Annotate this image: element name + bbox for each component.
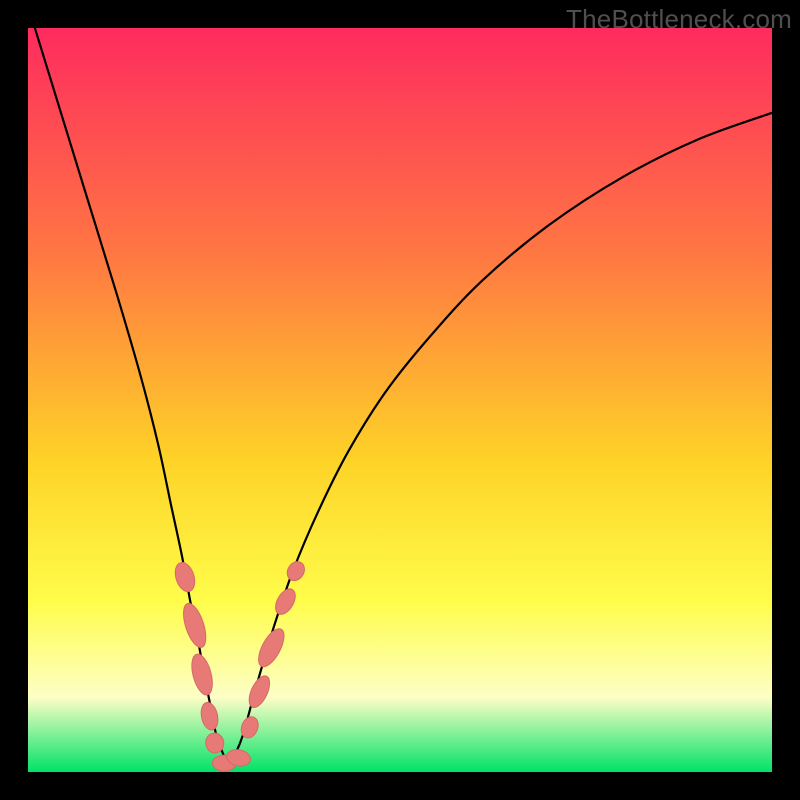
chart-frame: TheBottleneck.com: [0, 0, 800, 800]
plot-area: [28, 28, 772, 772]
gradient-background: [28, 28, 772, 772]
chart-svg: [28, 28, 772, 772]
